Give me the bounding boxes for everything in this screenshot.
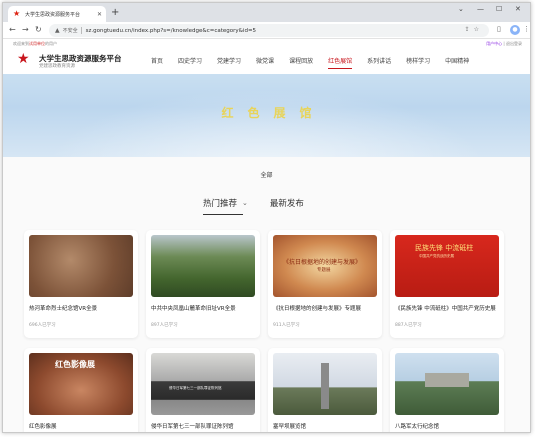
browser-tab[interactable]: ★ 大学生思政资源服务平台 ✕	[8, 6, 106, 22]
star-logo-icon: ★	[13, 9, 21, 18]
card-meta: 897人已学习	[151, 323, 178, 328]
card-title[interactable]: 塞罕坝展览馆	[273, 422, 377, 430]
thumb-subtext: 中国共产党抗战历史展	[419, 254, 454, 258]
site-header: ★ 大学生思政资源服务平台 党建思政教育资源 首页 四史学习 党建学习 微党课 …	[3, 48, 530, 74]
welcome-suffix: 的用户	[45, 41, 57, 46]
nav-item-four-histories[interactable]: 四史学习	[178, 56, 202, 65]
hero-banner: 红色展馆	[3, 74, 530, 157]
insecure-label[interactable]: 不安全	[63, 27, 78, 34]
card[interactable]: 民族先锋 中流砥柱 中国共产党抗战历史展 《民族先锋 中流砥柱》中国共产党历史展…	[390, 230, 504, 338]
nav-item-replay[interactable]: 课程回放	[289, 56, 313, 65]
card-title[interactable]: 《民族先锋 中流砥柱》中国共产党历史展	[395, 304, 499, 312]
thumb-subtext: 专题展	[317, 268, 331, 273]
card-thumbnail[interactable]	[395, 353, 499, 415]
tab-title: 大学生思政资源服务平台	[25, 11, 81, 18]
card-thumbnail[interactable]	[151, 235, 255, 297]
card[interactable]: 中共中央凤凰山麓革命旧址VR全景 897人已学习	[146, 230, 260, 338]
bookmark-star-icon[interactable]: ☆	[474, 26, 483, 33]
card-thumbnail[interactable]	[29, 235, 133, 297]
card-thumbnail[interactable]: 侵华日军第七三一部队罪证陈列馆	[151, 353, 255, 415]
main-nav: 首页 四史学习 党建学习 微党课 课程回放 红色展馆 系列讲话 榜样学习 中国精…	[151, 56, 484, 69]
category-all[interactable]: 全部	[3, 170, 530, 179]
nav-item-micro-lesson[interactable]: 微党课	[256, 56, 274, 65]
card[interactable]: 八路军太行纪念馆	[390, 348, 504, 432]
nav-item-party-study[interactable]: 党建学习	[217, 56, 241, 65]
tab-newest[interactable]: 最新发布	[270, 197, 304, 209]
tab-strip: ★ 大学生思政资源服务平台 ✕ + ⌄ — ☐ ✕	[3, 3, 530, 22]
nav-item-china-spirit[interactable]: 中国精神	[445, 56, 469, 65]
card[interactable]: 红色影像展 红色影像展	[24, 348, 138, 432]
user-center-link[interactable]: 用户中心	[486, 41, 502, 46]
chevron-down-icon[interactable]: ⌄	[458, 5, 464, 13]
welcome-org: 试用单位	[29, 41, 45, 46]
card-thumbnail[interactable]	[273, 353, 377, 415]
share-icon[interactable]: ⇪	[465, 26, 474, 33]
web-page: 欢迎来到试用单位的用户 用户中心 | 退出登录 ★ 大学生思政资源服务平台 党建…	[3, 40, 530, 432]
nav-item-speeches[interactable]: 系列讲话	[367, 56, 391, 65]
monument-shape	[321, 363, 329, 409]
thumb-text: 民族先锋 中流砥柱	[415, 244, 474, 252]
minimize-button[interactable]: —	[477, 5, 484, 13]
card[interactable]: 热河革命烈士纪念馆VR全景 696人已学习	[24, 230, 138, 338]
tab-hot[interactable]: 热门推荐	[203, 197, 244, 215]
browser-toolbar: ← → ↻ ▲ 不安全 sz.gongtuedu.cn/index.php?s=…	[3, 22, 530, 39]
nav-item-home[interactable]: 首页	[151, 56, 163, 65]
back-arrow-icon[interactable]: ←	[9, 24, 16, 36]
user-links: 用户中心 | 退出登录	[486, 41, 522, 46]
star-logo-icon[interactable]: ★	[17, 51, 30, 67]
card[interactable]: 《抗日根据地的创建与发展》 专题展 《抗日根据地的创建与发展》专题展 911人已…	[268, 230, 382, 338]
card-title[interactable]: 《抗日根据地的创建与发展》专题展	[273, 304, 377, 312]
window-close-button[interactable]: ✕	[515, 5, 521, 13]
welcome-prefix: 欢迎来到	[13, 41, 29, 46]
url-text[interactable]: sz.gongtuedu.cn/index.php?s=/knowledge&c…	[86, 28, 256, 34]
card-meta: 911人已学习	[273, 323, 300, 328]
thumb-text: 《抗日根据地的创建与发展》	[283, 259, 362, 266]
profile-avatar[interactable]: ●	[510, 25, 520, 35]
thumb-text: 红色影像展	[55, 360, 95, 369]
close-icon[interactable]: ✕	[97, 11, 102, 18]
card-thumbnail[interactable]: 《抗日根据地的创建与发展》 专题展	[273, 235, 377, 297]
omnibox-actions: ⇪☆	[465, 26, 483, 33]
site-subtitle: 党建思政教育资源	[39, 64, 75, 69]
card[interactable]: 塞罕坝展览馆	[268, 348, 382, 432]
more-menu-icon[interactable]: ⋮	[523, 25, 530, 33]
side-panel-icon[interactable]: ▯	[497, 25, 501, 33]
content-area: 全部 热门推荐 ⌄ 最新发布 热河革命烈士纪念馆VR全景 696人已学习 中共中…	[3, 157, 530, 432]
divider	[80, 27, 82, 34]
banner-title: 红色展馆	[221, 106, 326, 120]
card-thumbnail[interactable]: 民族先锋 中流砥柱 中国共产党抗战历史展	[395, 235, 499, 297]
sort-tabs: 热门推荐 ⌄ 最新发布	[203, 197, 304, 215]
building-shape	[425, 373, 469, 387]
logout-link[interactable]: 退出登录	[506, 41, 522, 46]
card-thumbnail[interactable]: 红色影像展	[29, 353, 133, 415]
thumb-text: 侵华日军第七三一部队罪证陈列馆	[169, 386, 222, 390]
maximize-button[interactable]: ☐	[496, 5, 502, 13]
top-info-bar: 欢迎来到试用单位的用户 用户中心 | 退出登录	[3, 40, 530, 48]
card-meta: 887人已学习	[395, 323, 422, 328]
nav-item-red-museum[interactable]: 红色展馆	[328, 56, 353, 69]
new-tab-button[interactable]: +	[111, 6, 119, 20]
address-bar[interactable]: ▲ 不安全 sz.gongtuedu.cn/index.php?s=/knowl…	[49, 24, 489, 37]
reload-icon[interactable]: ↻	[35, 24, 42, 36]
card-title[interactable]: 八路军太行纪念馆	[395, 422, 499, 430]
forward-arrow-icon[interactable]: →	[22, 24, 29, 36]
warning-icon[interactable]: ▲	[55, 27, 60, 34]
card-title[interactable]: 红色影像展	[29, 422, 133, 430]
browser-window: ★ 大学生思政资源服务平台 ✕ + ⌄ — ☐ ✕ ← → ↻ ▲ 不安全 sz…	[2, 2, 531, 433]
card-title[interactable]: 侵华日军第七三一部队罪证陈列馆	[151, 422, 255, 430]
card-title[interactable]: 热河革命烈士纪念馆VR全景	[29, 304, 133, 312]
nav-item-role-models[interactable]: 榜样学习	[406, 56, 430, 65]
chevron-down-icon[interactable]: ⌄	[242, 199, 248, 207]
card-title[interactable]: 中共中央凤凰山麓革命旧址VR全景	[151, 304, 255, 312]
card[interactable]: 侵华日军第七三一部队罪证陈列馆 侵华日军第七三一部队罪证陈列馆	[146, 348, 260, 432]
card-meta: 696人已学习	[29, 323, 56, 328]
welcome-text: 欢迎来到试用单位的用户	[13, 41, 57, 47]
